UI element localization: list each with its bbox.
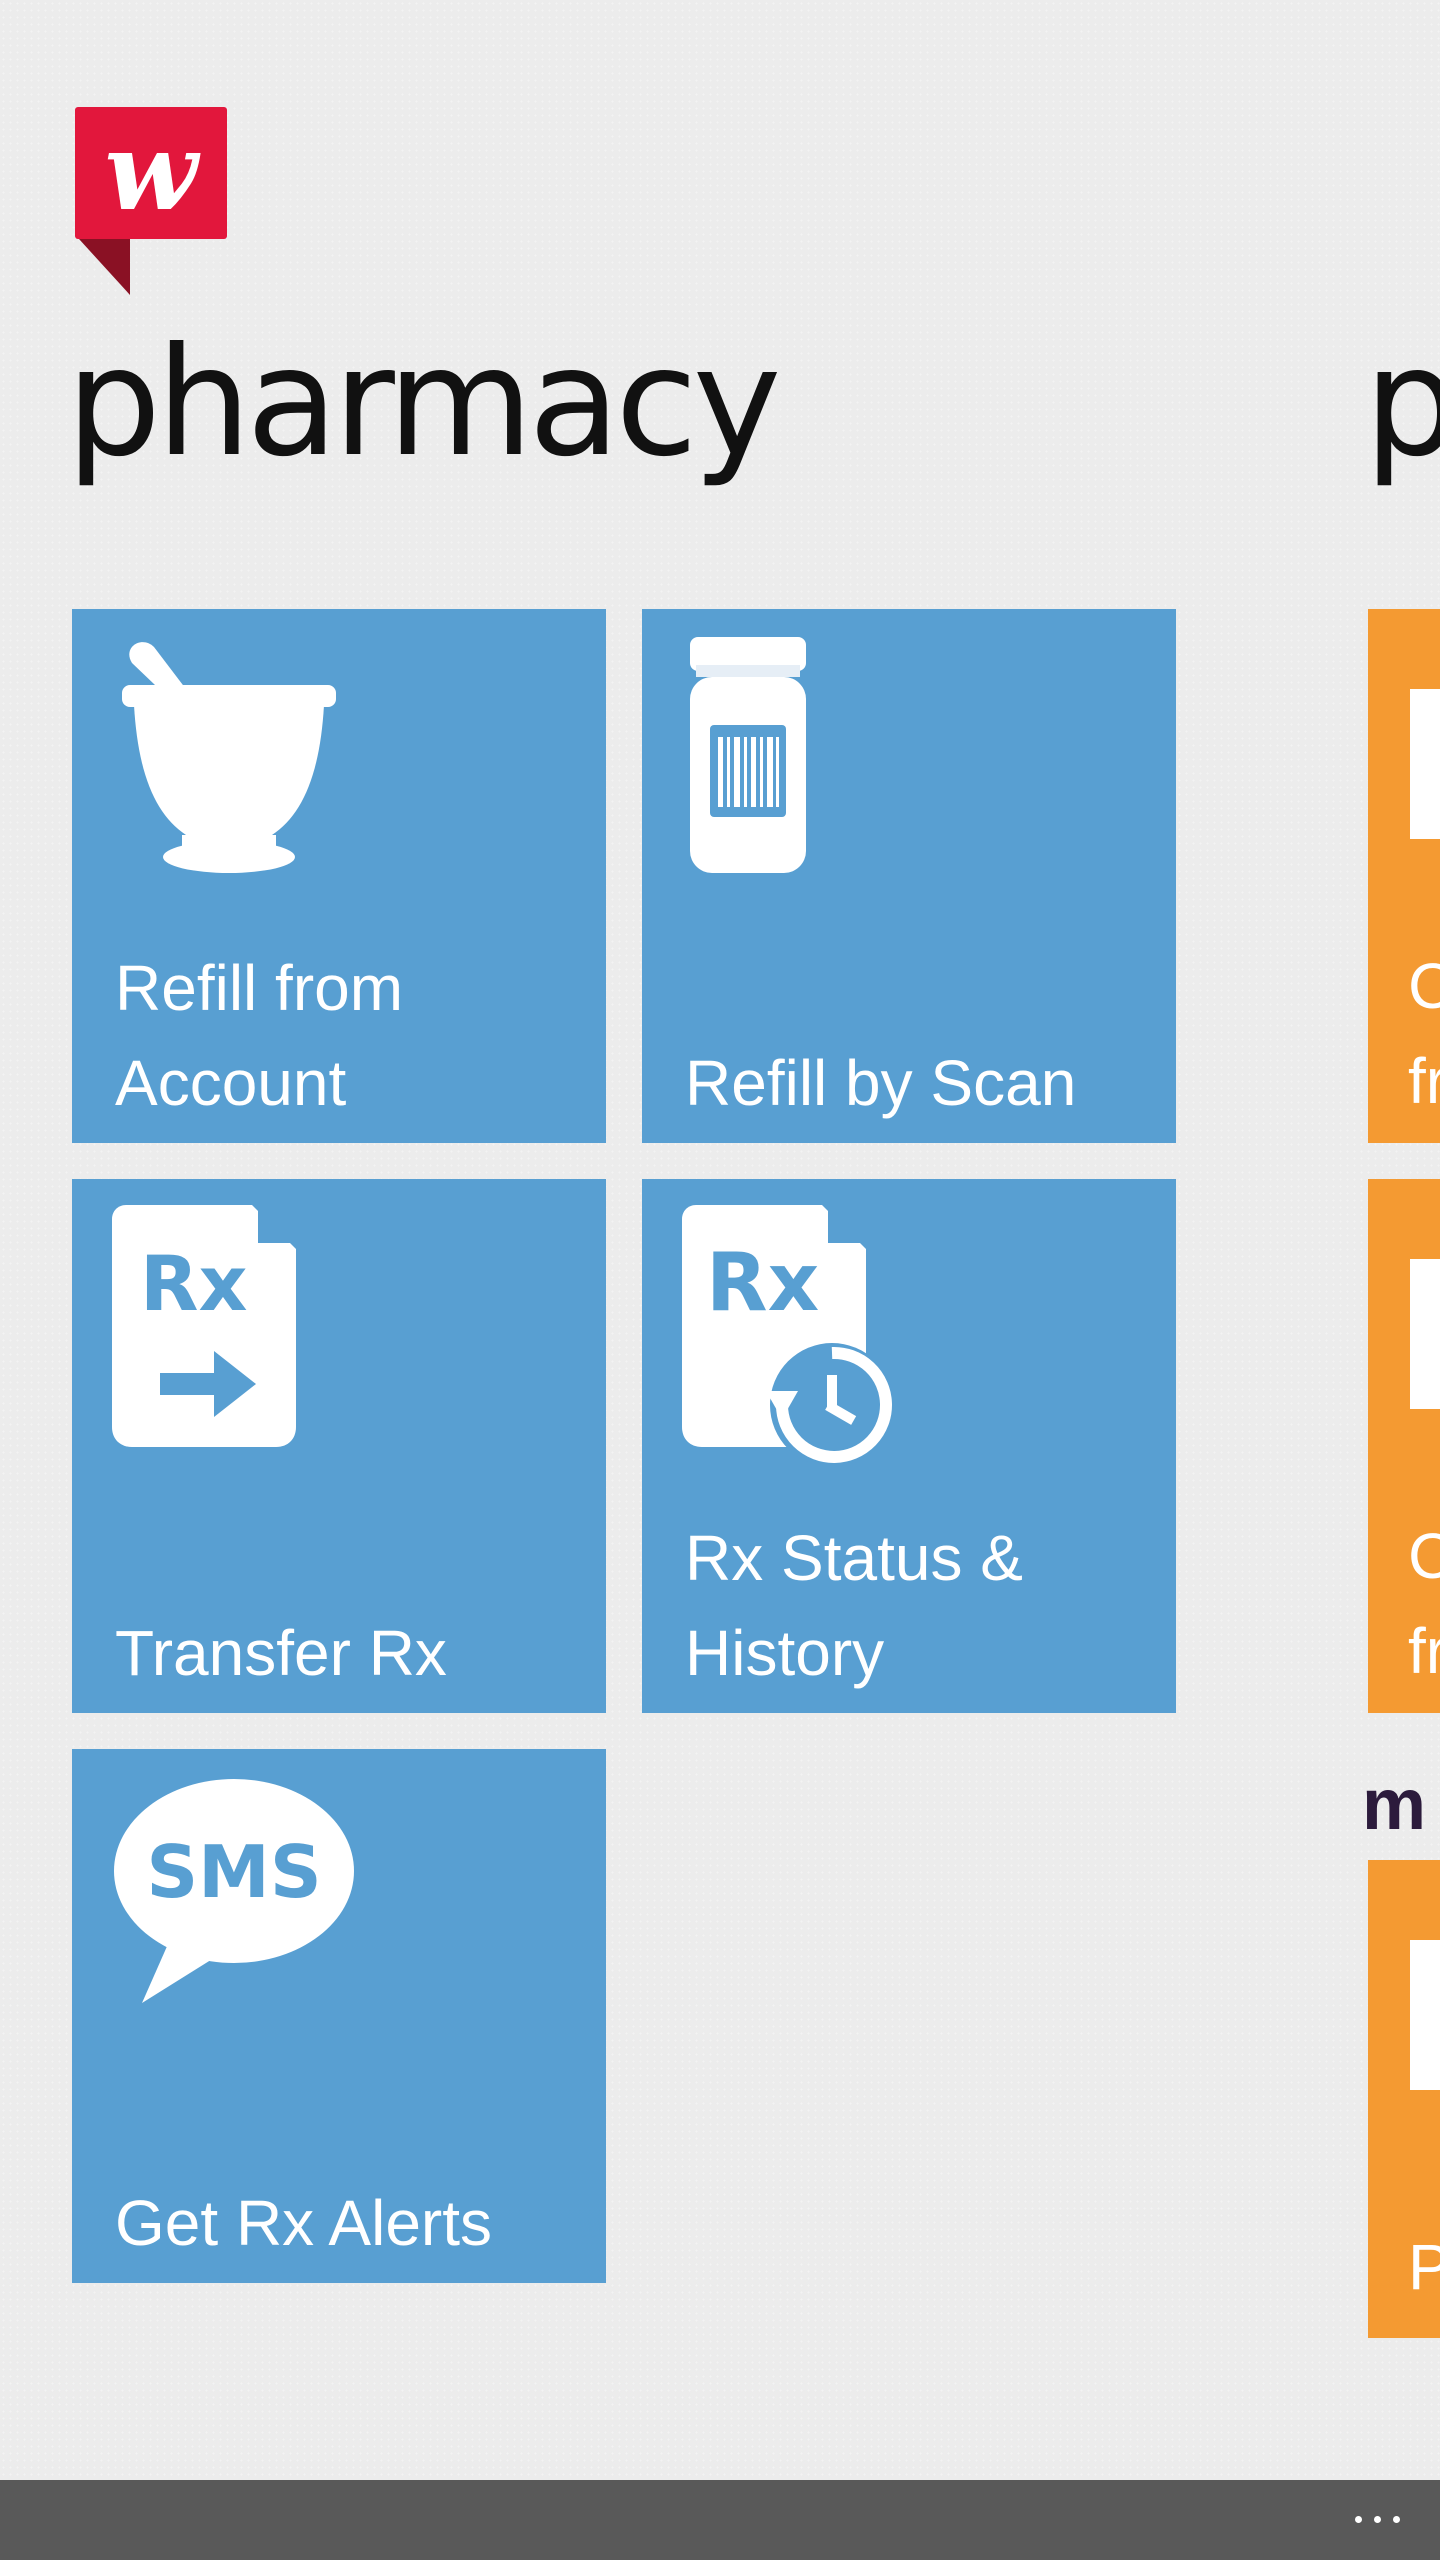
- tile-label: Rx Status & History: [685, 1522, 1023, 1689]
- walgreens-logo-icon: w: [75, 107, 227, 295]
- mortar-pestle-icon: [112, 635, 342, 889]
- svg-text:Rx: Rx: [706, 1236, 819, 1329]
- tile-label: Transfer Rx: [115, 1617, 447, 1689]
- next-panel-tile[interactable]: C fr: [1368, 609, 1440, 1143]
- pill-bottle-barcode-icon: [682, 635, 822, 889]
- next-panel-section-label: m: [1362, 1765, 1427, 1845]
- svg-text:SMS: SMS: [146, 1830, 321, 1914]
- get-rx-alerts-tile[interactable]: SMS Get Rx Alerts: [72, 1749, 606, 2283]
- walgreens-logo: w: [75, 107, 227, 297]
- next-panel-tile[interactable]: C fr: [1368, 1179, 1440, 1713]
- next-panel-tile[interactable]: P: [1368, 1860, 1440, 2338]
- more-options-button[interactable]: [1355, 2494, 1400, 2544]
- page-title: pharmacy: [66, 316, 782, 490]
- next-section-title[interactable]: p: [1364, 318, 1440, 488]
- tile-label: Refill from Account: [115, 952, 404, 1119]
- next-panel-tile-icon: [1410, 1940, 1440, 2090]
- more-dot-icon: [1393, 2515, 1400, 2523]
- rx-transfer-icon: Rx: [112, 1205, 312, 1459]
- tile-label: Get Rx Alerts: [115, 2187, 492, 2259]
- next-panel-tile-label: P: [1408, 2231, 1440, 2303]
- transfer-rx-tile[interactable]: Rx Transfer Rx: [72, 1179, 606, 1713]
- sms-bubble-icon: SMS: [112, 1775, 362, 2009]
- app-bar: [0, 2480, 1440, 2560]
- refill-by-scan-tile[interactable]: Refill by Scan: [642, 609, 1176, 1143]
- svg-text:w: w: [105, 109, 202, 235]
- more-dot-icon: [1374, 2515, 1381, 2523]
- next-panel-tile-label: C fr: [1408, 950, 1440, 1117]
- next-panel-tile-icon: [1410, 689, 1440, 839]
- rx-status-history-tile[interactable]: Rx Rx Status & History: [642, 1179, 1176, 1713]
- rx-history-icon: Rx: [682, 1205, 902, 1469]
- refill-from-account-tile[interactable]: Refill from Account: [72, 609, 606, 1143]
- more-dot-icon: [1355, 2515, 1362, 2523]
- tile-label: Refill by Scan: [685, 1047, 1077, 1119]
- svg-text:Rx: Rx: [140, 1239, 248, 1328]
- next-panel-tile-label: C fr: [1408, 1520, 1440, 1687]
- next-panel-tile-icon: [1410, 1259, 1440, 1409]
